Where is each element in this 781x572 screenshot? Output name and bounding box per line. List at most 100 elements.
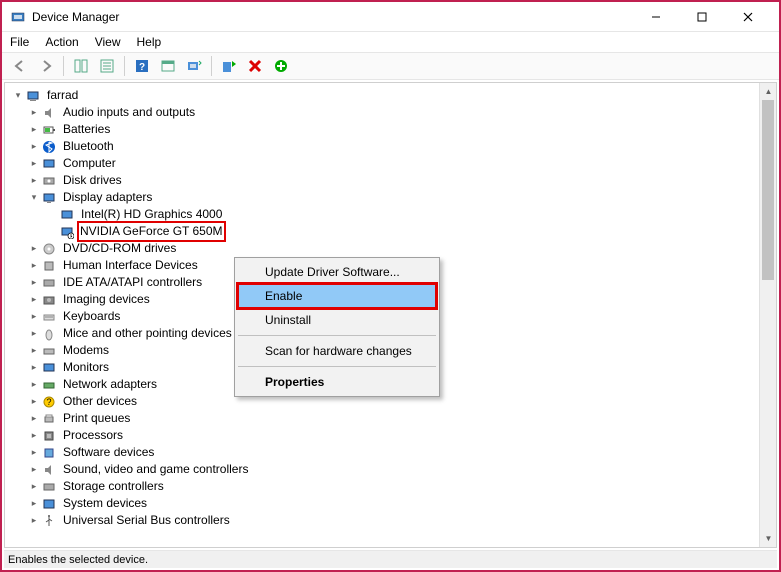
scroll-up-button[interactable]: ▲	[760, 83, 777, 100]
tree-item-label: Bluetooth	[61, 138, 116, 155]
expand-icon[interactable]: ▸	[27, 429, 41, 443]
software-icon	[41, 445, 57, 461]
tree-item-label: Display adapters	[61, 189, 154, 206]
tree-item[interactable]: ▸ Batteries	[9, 121, 759, 138]
tree-item[interactable]: ▸ Print queues	[9, 410, 759, 427]
update-button[interactable]	[269, 54, 293, 78]
back-button[interactable]	[8, 54, 32, 78]
tree-item-nvidia-gpu[interactable]: NVIDIA GeForce GT 650M	[9, 223, 759, 240]
vertical-scrollbar[interactable]: ▲ ▼	[759, 83, 776, 547]
expand-icon[interactable]: ▸	[27, 480, 41, 494]
tree-item-label: System devices	[61, 495, 149, 512]
tree-item[interactable]: ▸ System devices	[9, 495, 759, 512]
forward-button[interactable]	[34, 54, 58, 78]
tree-item-label: Universal Serial Bus controllers	[61, 512, 232, 529]
tree-item[interactable]: ▸ Sound, video and game controllers	[9, 461, 759, 478]
tree-item[interactable]: ▸ Storage controllers	[9, 478, 759, 495]
tree-item[interactable]: ▸ Universal Serial Bus controllers	[9, 512, 759, 529]
expand-icon[interactable]: ▸	[27, 157, 41, 171]
tree-item-label: Storage controllers	[61, 478, 166, 495]
uninstall-button[interactable]	[243, 54, 267, 78]
scroll-down-button[interactable]: ▼	[760, 530, 777, 547]
expand-icon[interactable]: ▸	[27, 123, 41, 137]
enable-button[interactable]	[217, 54, 241, 78]
bluetooth-icon	[41, 139, 57, 155]
menu-help[interactable]: Help	[137, 35, 162, 49]
scan-button[interactable]	[182, 54, 206, 78]
expand-icon[interactable]: ▸	[27, 327, 41, 341]
expand-icon[interactable]: ▸	[27, 106, 41, 120]
minimize-button[interactable]	[633, 2, 679, 32]
close-button[interactable]	[725, 2, 771, 32]
help-button[interactable]: ?	[130, 54, 154, 78]
printer-icon	[41, 411, 57, 427]
disk-icon	[41, 173, 57, 189]
expand-icon[interactable]: ▸	[27, 174, 41, 188]
tree-root[interactable]: ▾ farrad	[9, 87, 759, 104]
cm-label: Scan for hardware changes	[265, 344, 412, 358]
tree-item-label: Keyboards	[61, 308, 122, 325]
expand-icon[interactable]: ▸	[27, 463, 41, 477]
window-title: Device Manager	[32, 10, 119, 24]
scrollbar-thumb[interactable]	[762, 100, 774, 280]
display-icon	[41, 190, 57, 206]
collapse-icon[interactable]: ▾	[11, 89, 25, 103]
expand-icon[interactable]: ▸	[27, 361, 41, 375]
properties-button[interactable]	[95, 54, 119, 78]
maximize-button[interactable]	[679, 2, 725, 32]
ide-icon	[41, 275, 57, 291]
tree-item-label: Audio inputs and outputs	[61, 104, 197, 121]
cm-scan[interactable]: Scan for hardware changes	[237, 339, 437, 363]
expand-icon[interactable]: ▸	[27, 497, 41, 511]
expand-icon[interactable]: ▸	[27, 412, 41, 426]
tree-item-display-adapters[interactable]: ▾ Display adapters	[9, 189, 759, 206]
tree-item[interactable]: ▸ Software devices	[9, 444, 759, 461]
tree-item-label: DVD/CD-ROM drives	[61, 240, 178, 257]
tree-item[interactable]: ▸ Bluetooth	[9, 138, 759, 155]
sound-icon	[41, 462, 57, 478]
tree-item[interactable]: ▸ Processors	[9, 427, 759, 444]
toolbar: ?	[2, 52, 779, 80]
cm-properties[interactable]: Properties	[237, 370, 437, 394]
show-hide-tree-button[interactable]	[69, 54, 93, 78]
collapse-icon[interactable]: ▾	[27, 191, 41, 205]
other-icon: ?	[41, 394, 57, 410]
expand-icon[interactable]: ▸	[27, 310, 41, 324]
cm-separator	[238, 366, 436, 367]
menu-file[interactable]: File	[10, 35, 29, 49]
expand-icon[interactable]: ▸	[27, 140, 41, 154]
expand-icon[interactable]: ▸	[27, 276, 41, 290]
expand-icon[interactable]: ▸	[27, 446, 41, 460]
tree-item[interactable]: ▸ Computer	[9, 155, 759, 172]
mouse-icon	[41, 326, 57, 342]
expand-icon[interactable]: ▸	[27, 293, 41, 307]
dvd-icon	[41, 241, 57, 257]
cm-uninstall[interactable]: Uninstall	[237, 308, 437, 332]
tree-item-label: Monitors	[61, 359, 111, 376]
expand-icon[interactable]: ▸	[27, 395, 41, 409]
tree-item[interactable]: ▸ Audio inputs and outputs	[9, 104, 759, 121]
expand-icon[interactable]: ▸	[27, 259, 41, 273]
tree-item-label: IDE ATA/ATAPI controllers	[61, 274, 204, 291]
action-button[interactable]	[156, 54, 180, 78]
tree-item-label: Modems	[61, 342, 111, 359]
menu-view[interactable]: View	[95, 35, 121, 49]
expand-icon[interactable]: ▸	[27, 344, 41, 358]
svg-text:?: ?	[46, 397, 51, 407]
tree-item-label: Imaging devices	[61, 291, 152, 308]
computer-icon	[41, 156, 57, 172]
tree-item[interactable]: ▸ Disk drives	[9, 172, 759, 189]
cm-label: Update Driver Software...	[265, 265, 400, 279]
tree-item[interactable]: ▸ DVD/CD-ROM drives	[9, 240, 759, 257]
storage-icon	[41, 479, 57, 495]
tree-item-label: Computer	[61, 155, 118, 172]
menu-action[interactable]: Action	[45, 35, 78, 49]
cm-update-driver[interactable]: Update Driver Software...	[237, 260, 437, 284]
expand-icon[interactable]: ▸	[27, 378, 41, 392]
expand-icon[interactable]: ▸	[27, 242, 41, 256]
expand-icon[interactable]: ▸	[27, 514, 41, 528]
cm-enable[interactable]: Enable	[237, 284, 437, 308]
tree-item-label: Processors	[61, 427, 125, 444]
tree-item-label: Other devices	[61, 393, 139, 410]
statusbar: Enables the selected device.	[4, 550, 777, 568]
